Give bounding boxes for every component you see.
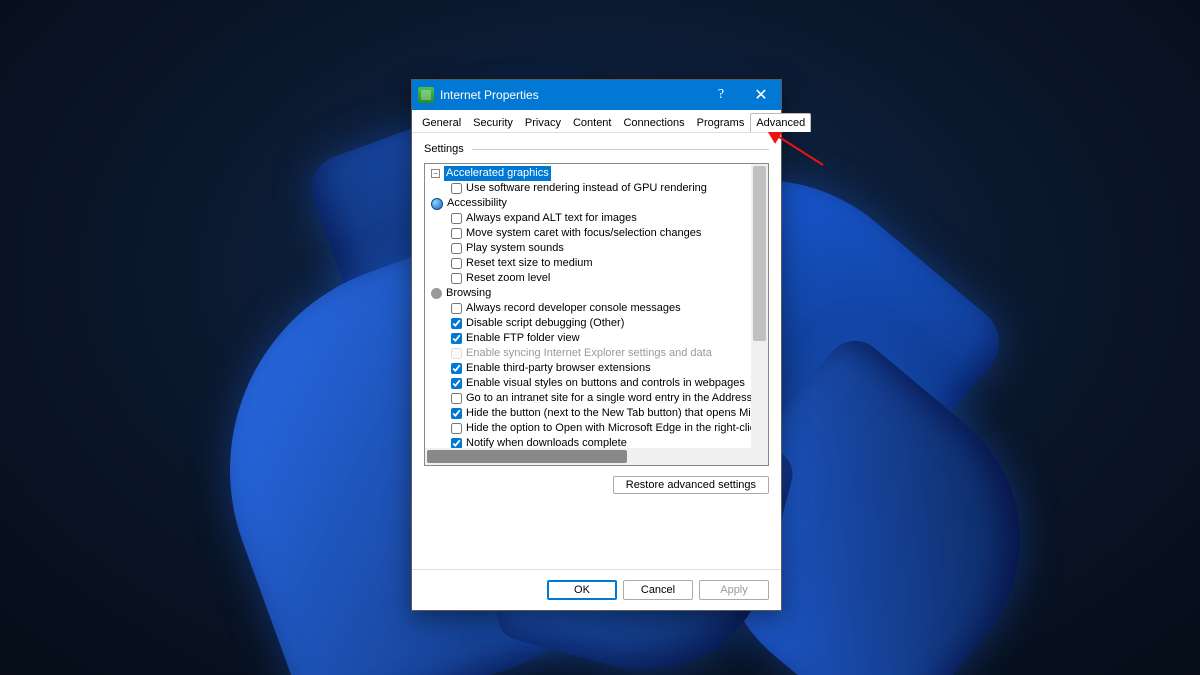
tree-item[interactable]: Hide the button (next to the New Tab but…	[429, 406, 751, 421]
tree-item[interactable]: Notify when downloads complete	[429, 436, 751, 448]
setting-label: Always record developer console messages	[466, 301, 681, 316]
setting-checkbox[interactable]	[451, 183, 462, 194]
cancel-button[interactable]: Cancel	[623, 580, 693, 600]
setting-label: Use software rendering instead of GPU re…	[466, 181, 707, 196]
ok-button[interactable]: OK	[547, 580, 617, 600]
tree-category[interactable]: Browsing	[429, 286, 751, 301]
tree-item[interactable]: Enable FTP folder view	[429, 331, 751, 346]
setting-label: Disable script debugging (Other)	[466, 316, 624, 331]
titlebar[interactable]: Internet Properties ? ✕	[412, 80, 781, 110]
apply-button[interactable]: Apply	[699, 580, 769, 600]
tab-general[interactable]: General	[416, 113, 467, 132]
setting-checkbox[interactable]	[451, 408, 462, 419]
setting-label: Move system caret with focus/selection c…	[466, 226, 701, 241]
tree-category[interactable]: Accessibility	[429, 196, 751, 211]
setting-checkbox[interactable]	[451, 243, 462, 254]
category-label: Accelerated graphics	[444, 166, 551, 181]
setting-label: Reset zoom level	[466, 271, 550, 286]
setting-label: Enable FTP folder view	[466, 331, 580, 346]
setting-label: Play system sounds	[466, 241, 564, 256]
setting-label: Enable third-party browser extensions	[466, 361, 651, 376]
tab-privacy[interactable]: Privacy	[519, 113, 567, 132]
dialog-body: Settings −Accelerated graphicsUse softwa…	[412, 132, 781, 569]
setting-checkbox[interactable]	[451, 363, 462, 374]
settings-group-label: Settings	[424, 143, 769, 155]
internet-properties-dialog: Internet Properties ? ✕ GeneralSecurityP…	[411, 79, 782, 611]
tab-programs[interactable]: Programs	[691, 113, 751, 132]
window-title: Internet Properties	[440, 88, 701, 102]
hscroll-thumb[interactable]	[427, 450, 627, 463]
gear-icon	[431, 288, 442, 299]
setting-checkbox[interactable]	[451, 303, 462, 314]
setting-label: Enable syncing Internet Explorer setting…	[466, 346, 712, 361]
tree-item[interactable]: Always expand ALT text for images	[429, 211, 751, 226]
setting-label: Go to an intranet site for a single word…	[466, 391, 751, 406]
settings-tree[interactable]: −Accelerated graphicsUse software render…	[424, 163, 769, 466]
setting-label: Hide the button (next to the New Tab but…	[466, 406, 751, 421]
setting-checkbox[interactable]	[451, 438, 462, 448]
collapse-icon[interactable]: −	[431, 169, 440, 178]
setting-label: Hide the option to Open with Microsoft E…	[466, 421, 751, 436]
tree-item[interactable]: Enable visual styles on buttons and cont…	[429, 376, 751, 391]
restore-advanced-button[interactable]: Restore advanced settings	[613, 476, 769, 494]
tree-item[interactable]: Use software rendering instead of GPU re…	[429, 181, 751, 196]
tree-item[interactable]: Reset zoom level	[429, 271, 751, 286]
setting-label: Notify when downloads complete	[466, 436, 627, 448]
tab-content[interactable]: Content	[567, 113, 618, 132]
tree-item[interactable]: Move system caret with focus/selection c…	[429, 226, 751, 241]
setting-label: Enable visual styles on buttons and cont…	[466, 376, 745, 391]
tree-item[interactable]: Disable script debugging (Other)	[429, 316, 751, 331]
category-label: Accessibility	[447, 196, 507, 211]
tree-item[interactable]: Always record developer console messages	[429, 301, 751, 316]
category-label: Browsing	[446, 286, 491, 301]
setting-checkbox[interactable]	[451, 378, 462, 389]
dialog-footer: OK Cancel Apply	[412, 569, 781, 610]
tree-item: Enable syncing Internet Explorer setting…	[429, 346, 751, 361]
scroll-corner	[751, 448, 768, 465]
tree-category[interactable]: −Accelerated graphics	[429, 166, 751, 181]
tree-item[interactable]: Hide the option to Open with Microsoft E…	[429, 421, 751, 436]
setting-checkbox[interactable]	[451, 333, 462, 344]
help-button[interactable]: ?	[701, 80, 741, 110]
tab-strip: GeneralSecurityPrivacyContentConnections…	[412, 110, 781, 133]
setting-checkbox[interactable]	[451, 258, 462, 269]
setting-checkbox[interactable]	[451, 213, 462, 224]
setting-checkbox[interactable]	[451, 423, 462, 434]
setting-label: Reset text size to medium	[466, 256, 593, 271]
setting-checkbox[interactable]	[451, 393, 462, 404]
tab-security[interactable]: Security	[467, 113, 519, 132]
tree-item[interactable]: Play system sounds	[429, 241, 751, 256]
horizontal-scrollbar[interactable]	[425, 448, 751, 465]
tab-connections[interactable]: Connections	[617, 113, 690, 132]
vscroll-thumb[interactable]	[753, 166, 766, 341]
tab-advanced[interactable]: Advanced	[750, 113, 811, 132]
vertical-scrollbar[interactable]	[751, 164, 768, 448]
setting-label: Always expand ALT text for images	[466, 211, 637, 226]
tree-item[interactable]: Enable third-party browser extensions	[429, 361, 751, 376]
close-button[interactable]: ✕	[741, 80, 781, 110]
globe-icon	[431, 198, 443, 210]
tree-item[interactable]: Reset text size to medium	[429, 256, 751, 271]
setting-checkbox	[451, 348, 462, 359]
app-icon	[418, 87, 434, 103]
setting-checkbox[interactable]	[451, 228, 462, 239]
setting-checkbox[interactable]	[451, 273, 462, 284]
setting-checkbox[interactable]	[451, 318, 462, 329]
tree-item[interactable]: Go to an intranet site for a single word…	[429, 391, 751, 406]
